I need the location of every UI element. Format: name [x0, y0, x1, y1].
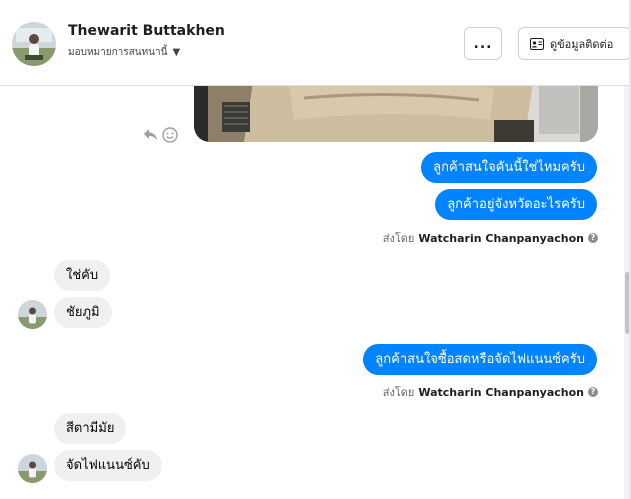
- outgoing-message[interactable]: ลูกค้าสนใจคันนี้ใช่ไหมครับ: [421, 152, 597, 183]
- reply-icon[interactable]: [143, 128, 158, 142]
- contact-name: Thewarit Buttakhen: [68, 23, 225, 39]
- sent-by-label: ส่งโดย Watcharin Chanpanyachon ?: [383, 383, 598, 401]
- avatar[interactable]: [18, 454, 47, 483]
- sent-by-label: ส่งโดย Watcharin Chanpanyachon ?: [383, 229, 598, 247]
- sent-by-agent: Watcharin Chanpanyachon: [418, 231, 584, 245]
- view-contact-info-label: ดูข้อมูลติดต่อ: [550, 37, 614, 51]
- more-icon: ...: [473, 35, 493, 52]
- message-actions: [143, 127, 178, 143]
- assign-conversation-dropdown[interactable]: มอบหมายการสนทนานี้ ▼: [68, 45, 180, 60]
- help-icon[interactable]: ?: [588, 233, 598, 243]
- help-icon[interactable]: ?: [588, 387, 598, 397]
- conversation-header: Thewarit Buttakhen มอบหมายการสนทนานี้ ▼ .…: [0, 0, 631, 86]
- sent-by-prefix: ส่งโดย: [382, 232, 415, 245]
- avatar[interactable]: [12, 22, 56, 66]
- message-thread[interactable]: ลูกค้าสนใจคันนี้ใช่ไหมครับ ลูกค้าอยู่จัง…: [0, 86, 624, 499]
- incoming-message[interactable]: สีตามีมัย: [54, 413, 127, 444]
- incoming-message[interactable]: ใช่คับ: [54, 260, 111, 291]
- avatar[interactable]: [18, 300, 47, 329]
- more-button[interactable]: ...: [464, 27, 502, 60]
- outgoing-message[interactable]: ลูกค้าสนใจซื้อสดหรือจัดไฟแนนซ์ครับ: [363, 344, 597, 375]
- incoming-message[interactable]: ชัยภูมิ: [54, 297, 112, 328]
- smiley-icon[interactable]: [162, 127, 178, 143]
- outgoing-message[interactable]: ลูกค้าอยู่จังหวัดอะไรครับ: [435, 189, 597, 220]
- incoming-message[interactable]: จัดไฟแนนซ์คับ: [54, 450, 162, 481]
- view-contact-info-button[interactable]: ดูข้อมูลติดต่อ: [518, 27, 631, 60]
- sent-by-agent: Watcharin Chanpanyachon: [418, 385, 584, 399]
- attached-photo[interactable]: [194, 86, 598, 142]
- assign-label: มอบหมายการสนทนานี้: [68, 47, 168, 58]
- chevron-down-icon: ▼: [172, 47, 181, 58]
- sent-by-prefix: ส่งโดย: [382, 386, 415, 399]
- contact-card-icon: [530, 37, 544, 50]
